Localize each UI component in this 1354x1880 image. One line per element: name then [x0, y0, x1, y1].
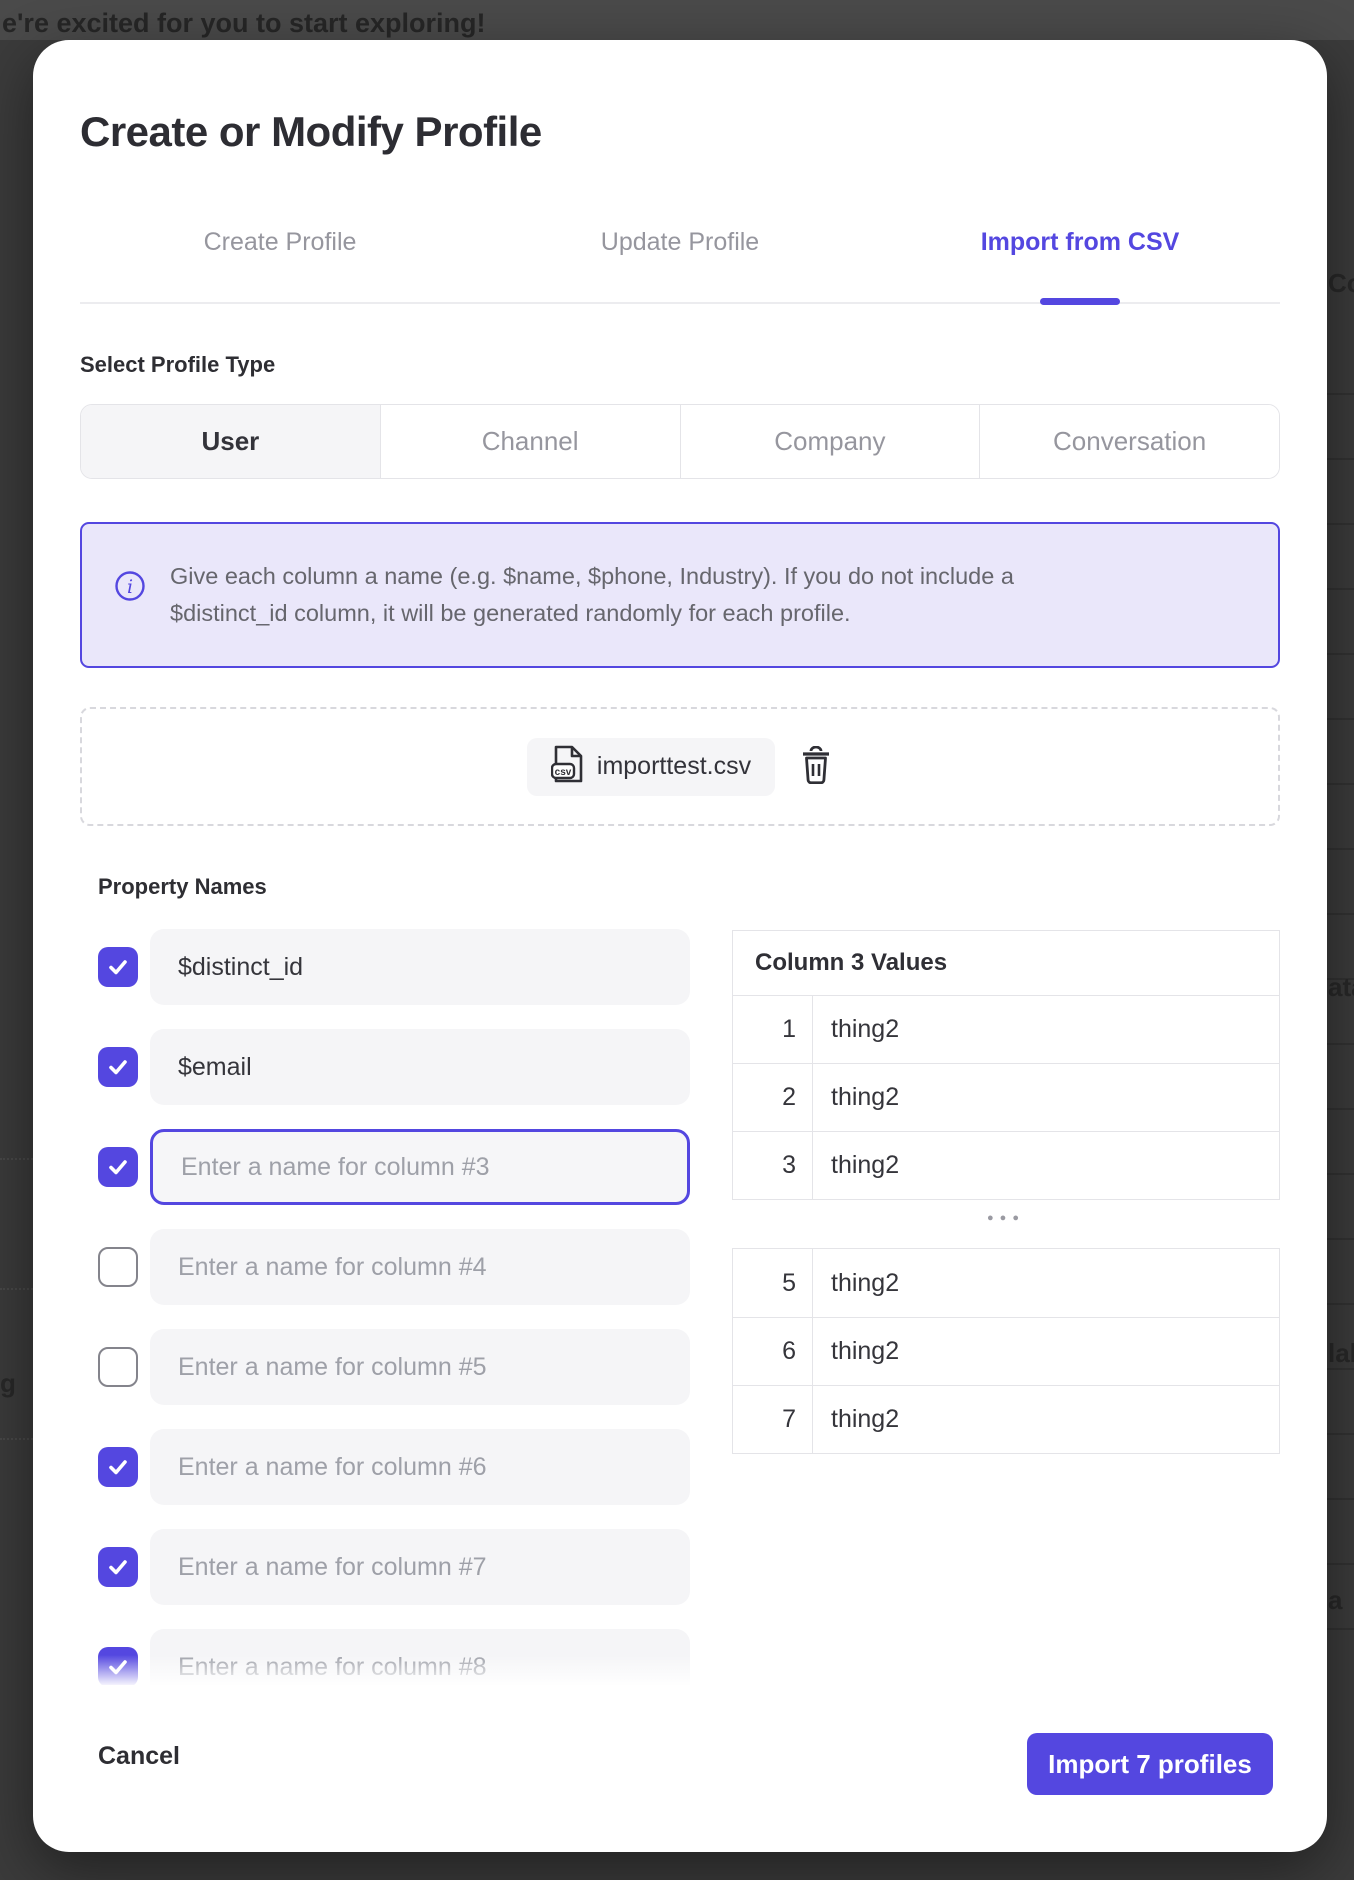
column-2-checkbox[interactable]: [98, 1047, 138, 1087]
column-values-preview-table-continued: 5 thing2 6 thing2 7 thing2: [732, 1248, 1280, 1454]
row-value: thing2: [813, 1386, 1279, 1453]
column-3-name-input[interactable]: [150, 1129, 690, 1205]
column-6-checkbox[interactable]: [98, 1447, 138, 1487]
info-note: i Give each column a name (e.g. $name, $…: [80, 522, 1280, 668]
uploaded-file-name: importtest.csv: [597, 752, 751, 781]
rows-ellipsis: ●●●: [732, 1212, 1280, 1224]
svg-text:i: i: [127, 576, 133, 598]
background-banner: e're excited for you to start exploring!: [0, 0, 1354, 40]
property-row-6: [98, 1429, 698, 1505]
property-list-cover: [73, 1685, 713, 1733]
property-row-3: [98, 1129, 698, 1205]
cancel-button[interactable]: Cancel: [98, 1742, 180, 1771]
tab-import-from-csv[interactable]: Import from CSV: [880, 228, 1280, 257]
property-names-label: Property Names: [98, 874, 267, 900]
background-text-fragment: lab: [1328, 1338, 1354, 1369]
property-row-5: [98, 1329, 698, 1405]
background-row-line: [0, 1288, 33, 1290]
row-value: thing2: [813, 1318, 1279, 1385]
column-4-name-input[interactable]: [150, 1229, 690, 1305]
select-profile-type-label: Select Profile Type: [80, 352, 275, 378]
column-1-name-input[interactable]: [150, 929, 690, 1005]
profile-type-user[interactable]: User: [81, 405, 380, 478]
tab-create-profile[interactable]: Create Profile: [80, 228, 480, 257]
column-values-preview-table: Column 3 Values 1 thing2 2 thing2 3 thin…: [732, 930, 1280, 1200]
column-3-checkbox[interactable]: [98, 1147, 138, 1187]
property-row-4: [98, 1229, 698, 1305]
row-number: 7: [733, 1386, 813, 1453]
delete-file-button[interactable]: [799, 746, 833, 787]
column-4-checkbox[interactable]: [98, 1247, 138, 1287]
csv-upload-dropzone[interactable]: csv importtest.csv: [80, 707, 1280, 826]
row-number: 1: [733, 996, 813, 1063]
import-profiles-button[interactable]: Import 7 profiles: [1027, 1733, 1273, 1795]
column-5-checkbox[interactable]: [98, 1347, 138, 1387]
create-or-modify-profile-dialog: Create or Modify Profile Create Profile …: [33, 40, 1327, 1852]
row-number: 2: [733, 1064, 813, 1131]
property-row-7: [98, 1529, 698, 1605]
table-row: 6 thing2: [733, 1317, 1279, 1385]
row-value: thing2: [813, 1132, 1279, 1199]
background-text-fragment: ata: [1328, 972, 1354, 1003]
background-row-line: [0, 1158, 33, 1160]
uploaded-file-chip[interactable]: csv importtest.csv: [527, 738, 775, 796]
background-text-fragment: a: [1328, 1585, 1342, 1616]
profile-type-channel[interactable]: Channel: [380, 405, 680, 478]
row-number: 6: [733, 1318, 813, 1385]
table-row: 5 thing2: [733, 1249, 1279, 1317]
row-value: thing2: [813, 1249, 1279, 1317]
page-title: Create or Modify Profile: [80, 108, 542, 156]
property-list-fade: [73, 1655, 713, 1687]
background-text-fragment: g: [0, 1368, 16, 1399]
property-row-2: [98, 1029, 698, 1105]
profile-type-company[interactable]: Company: [680, 405, 980, 478]
info-note-text: Give each column a name (e.g. $name, $ph…: [170, 558, 1100, 632]
row-number: 3: [733, 1132, 813, 1199]
table-row: 7 thing2: [733, 1385, 1279, 1453]
column-2-name-input[interactable]: [150, 1029, 690, 1105]
table-row: 1 thing2: [733, 995, 1279, 1063]
row-value: thing2: [813, 1064, 1279, 1131]
svg-text:csv: csv: [555, 767, 572, 778]
active-tab-underline: [1040, 298, 1120, 305]
table-row: 2 thing2: [733, 1063, 1279, 1131]
preview-table-header: Column 3 Values: [733, 931, 1279, 995]
column-7-checkbox[interactable]: [98, 1547, 138, 1587]
tab-bar: Create Profile Update Profile Import fro…: [80, 228, 1280, 257]
column-1-checkbox[interactable]: [98, 947, 138, 987]
row-value: thing2: [813, 996, 1279, 1063]
property-row-1: [98, 929, 698, 1005]
table-row: 3 thing2: [733, 1131, 1279, 1199]
profile-type-segmented-control: User Channel Company Conversation: [80, 404, 1280, 479]
tab-update-profile[interactable]: Update Profile: [480, 228, 880, 257]
column-7-name-input[interactable]: [150, 1529, 690, 1605]
background-row-line: [0, 1438, 33, 1440]
csv-file-icon: csv: [551, 745, 583, 788]
column-6-name-input[interactable]: [150, 1429, 690, 1505]
column-5-name-input[interactable]: [150, 1329, 690, 1405]
profile-type-conversation[interactable]: Conversation: [979, 405, 1279, 478]
info-icon: i: [114, 570, 146, 607]
row-number: 5: [733, 1249, 813, 1317]
background-text-fragment: Co: [1328, 268, 1354, 299]
trash-icon: [799, 746, 833, 787]
